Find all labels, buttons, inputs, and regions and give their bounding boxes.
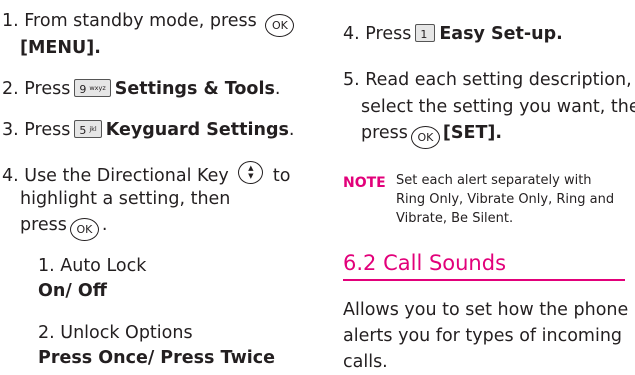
left-step1: 1. From standby mode, press OK: [2, 10, 297, 37]
key-5-icon: 5 jkl: [74, 120, 102, 138]
section-heading: 6.2 Call Sounds: [343, 251, 507, 275]
section-line2: alerts you for types of incoming: [343, 326, 623, 346]
left-step4-line1: 4. Use the Directional Key ▲ ▼ to: [2, 161, 290, 187]
auto-lock-value: On/ Off: [38, 281, 107, 301]
auto-lock-title: 1. Auto Lock: [38, 256, 147, 276]
step1-text: 1. From standby mode, press: [2, 11, 257, 31]
key-9-icon: 9 wxyz: [74, 79, 111, 97]
step3-text: 3. Press: [2, 120, 71, 140]
key-1-icon: 1: [415, 24, 436, 42]
right-step5-line1: 5. Read each setting description,: [343, 70, 632, 90]
settings-tools-label: Settings & Tools: [114, 79, 275, 99]
right-step5-line2: select the setting you want, then: [361, 97, 635, 117]
left-step4-line3: press OK.: [20, 214, 108, 241]
left-step3: 3. Press 5 jkl Keyguard Settings.: [2, 120, 295, 140]
set-label: [SET].: [442, 123, 503, 143]
step2-text: 2. Press: [2, 79, 71, 99]
right-step5-line3: press OK [SET].: [361, 122, 502, 149]
directional-key-icon: ▲ ▼: [238, 161, 264, 184]
left-step2: 2. Press 9 wxyz Settings & Tools.: [2, 79, 281, 99]
heading-rule: [343, 279, 625, 281]
unlock-options-value: Press Once/ Press Twice: [38, 348, 275, 368]
note-label: NOTE: [343, 175, 386, 191]
note-line3: Vibrate, Be Silent.: [396, 211, 514, 226]
section-line3: calls.: [343, 352, 388, 372]
note-line1: Set each alert separately with: [396, 173, 592, 188]
ok-key-icon: OK: [410, 126, 440, 149]
left-step4-line2: highlight a setting, then: [20, 189, 231, 209]
menu-label: [MENU].: [20, 38, 101, 58]
easy-setup-label: Easy Set-up.: [439, 24, 563, 44]
unlock-options-title: 2. Unlock Options: [38, 323, 193, 343]
note-line2: Ring Only, Vibrate Only, Ring and: [396, 192, 615, 207]
ok-key-icon: OK: [265, 14, 295, 37]
ok-key-icon: OK: [69, 218, 99, 241]
keyguard-settings-label: Keyguard Settings: [105, 120, 289, 140]
section-line1: Allows you to set how the phone: [343, 300, 629, 320]
right-step4: 4. Press 1 Easy Set-up.: [343, 24, 563, 44]
